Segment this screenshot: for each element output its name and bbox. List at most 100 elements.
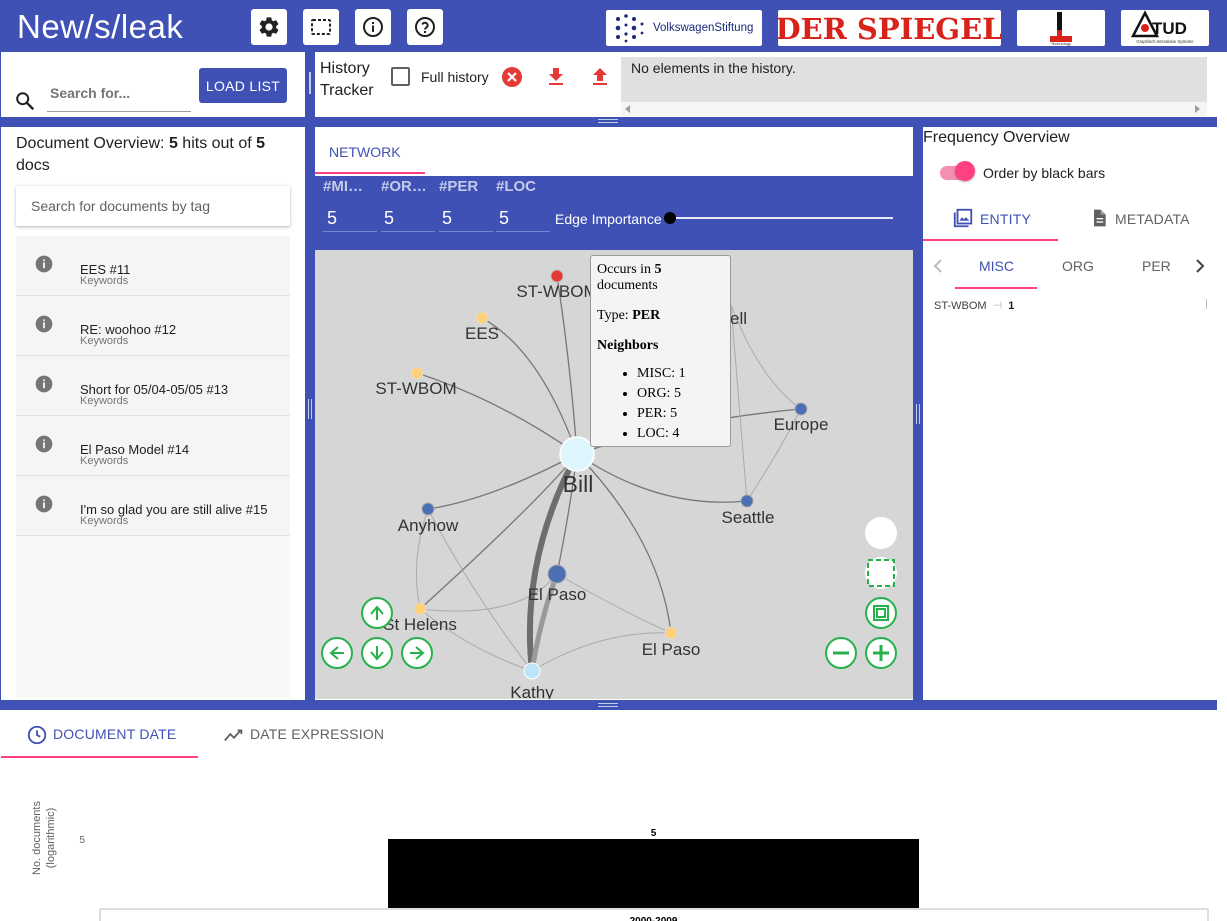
network-controls: #MI… #OR… #PER #LOC 5 5 5 5 Edge Importa… <box>315 176 913 250</box>
graph-node[interactable] <box>547 564 567 584</box>
node-label: Seattle <box>722 508 775 527</box>
edge-importance-slider-thumb[interactable] <box>664 212 676 224</box>
info-icon[interactable] <box>34 254 54 274</box>
full-history-checkbox[interactable] <box>391 67 410 86</box>
image-icon <box>953 208 973 228</box>
info-icon[interactable] <box>34 374 54 394</box>
misc-count-input[interactable]: 5 <box>327 208 337 229</box>
graph-option-button[interactable] <box>865 517 897 549</box>
tab-network[interactable]: NETWORK <box>329 144 401 160</box>
subtab-per[interactable]: PER <box>1142 258 1171 274</box>
list-item[interactable]: I'm so glad you are still alive #15 Keyw… <box>16 476 290 536</box>
tab-date-expression[interactable]: DATE EXPRESSION <box>250 726 384 742</box>
app-title: New/s/leak <box>17 8 184 45</box>
pan-left-button[interactable] <box>321 637 353 669</box>
tab-metadata[interactable]: METADATA <box>1115 211 1190 227</box>
language-technology-logo: Technology <box>1017 10 1105 46</box>
node-label: El Paso <box>528 585 587 604</box>
chevron-right-icon[interactable] <box>1194 259 1206 273</box>
list-item[interactable]: EES #11 Keywords <box>16 236 290 296</box>
bottom-splitter[interactable] <box>0 700 1217 710</box>
scroll-left-icon[interactable] <box>625 105 631 113</box>
frequency-label[interactable]: ST-WBOM <box>934 300 987 312</box>
graph-node[interactable] <box>740 494 754 508</box>
graph-node[interactable] <box>523 662 541 680</box>
lt-logo-subtext: Technology <box>1051 41 1071 46</box>
graph-node[interactable] <box>794 402 808 416</box>
tag-search-field[interactable] <box>16 186 290 226</box>
document-keywords: Keywords <box>80 275 129 287</box>
info-icon[interactable] <box>34 434 54 454</box>
pan-up-button[interactable] <box>361 597 393 629</box>
node-label: ST-WBOM <box>375 379 456 398</box>
download-history-icon[interactable] <box>544 65 568 89</box>
zoom-out-button[interactable] <box>825 637 857 669</box>
horizontal-splitter[interactable] <box>0 117 1217 127</box>
loc-count-input[interactable]: 5 <box>499 208 509 229</box>
frequency-count: 1 <box>1008 300 1015 312</box>
search-icon <box>16 92 35 111</box>
tab-entity[interactable]: ENTITY <box>980 211 1031 227</box>
node-label: El Paso <box>642 640 701 659</box>
list-item: LOC: 4 <box>637 424 724 444</box>
graph-node-selected[interactable] <box>559 436 595 472</box>
fullscreen-graph-button[interactable] <box>865 557 897 589</box>
settings-button[interactable] <box>251 9 287 45</box>
list-item[interactable]: El Paso Model #14 Keywords <box>16 416 290 476</box>
fit-view-button[interactable] <box>865 597 897 629</box>
y-tick-label: 5 <box>79 835 85 846</box>
document-keywords: Keywords <box>80 395 129 407</box>
subtab-org[interactable]: ORG <box>1062 258 1094 274</box>
active-tab-indicator <box>315 172 425 174</box>
pan-right-button[interactable] <box>401 637 433 669</box>
spiegel-logo-text: DER SPIEGEL <box>778 12 1001 46</box>
list-item[interactable]: RE: woohoo #12 Keywords <box>16 296 290 356</box>
pan-down-button[interactable] <box>361 637 393 669</box>
graph-node[interactable] <box>475 311 489 325</box>
frequency-overview-title: Frequency Overview <box>923 129 1070 146</box>
graph-node[interactable] <box>550 269 564 283</box>
der-spiegel-logo: DER SPIEGEL <box>778 10 1001 46</box>
help-button[interactable] <box>407 9 443 45</box>
document-overview-title: Document Overview: 5 hits out of 5 docs <box>16 135 266 174</box>
chart-bar[interactable] <box>388 839 919 908</box>
total-count: 5 <box>256 135 266 152</box>
load-list-button[interactable]: LOAD LIST <box>199 68 287 103</box>
active-subtab-indicator <box>955 287 1037 289</box>
volkswagen-logo-text: VolkswagenStiftung <box>653 22 753 34</box>
chevron-left-icon[interactable] <box>932 259 944 273</box>
node-label: Europe <box>774 415 829 434</box>
info-button[interactable] <box>355 9 391 45</box>
graph-node[interactable] <box>664 626 678 640</box>
order-toggle-thumb[interactable] <box>955 161 975 181</box>
right-splitter[interactable] <box>913 127 923 700</box>
info-icon[interactable] <box>34 494 54 514</box>
subtab-misc[interactable]: MISC <box>979 258 1014 274</box>
neighbors-title: Neighbors <box>597 338 659 353</box>
history-scrollbar[interactable] <box>621 102 1207 116</box>
tab-document-date[interactable]: DOCUMENT DATE <box>53 726 176 742</box>
search-field[interactable] <box>47 74 191 112</box>
org-count-input[interactable]: 5 <box>384 208 394 229</box>
clear-history-icon[interactable] <box>500 65 524 89</box>
graph-node[interactable] <box>421 502 435 516</box>
left-splitter[interactable] <box>305 127 315 700</box>
list-item[interactable]: Short for 05/04-05/05 #13 Keywords <box>16 356 290 416</box>
search-input[interactable] <box>47 74 191 111</box>
settings-icon <box>259 17 279 37</box>
tud-logo-text: TUD <box>1152 19 1187 38</box>
scroll-right-icon[interactable] <box>1195 105 1201 113</box>
edge-importance-slider[interactable] <box>670 217 893 219</box>
x-tick-label: 2000-2009 <box>630 916 678 921</box>
document-icon <box>1094 209 1106 227</box>
zoom-in-button[interactable] <box>865 637 897 669</box>
tag-search-input[interactable] <box>16 186 290 226</box>
graph-node[interactable] <box>410 366 424 380</box>
document-keywords: Keywords <box>80 455 129 467</box>
graph-node[interactable] <box>413 602 427 616</box>
per-count-input[interactable]: 5 <box>442 208 452 229</box>
upload-history-icon[interactable] <box>588 65 612 89</box>
info-icon[interactable] <box>34 314 54 334</box>
frequency-row[interactable]: ST-WBOM ⊣ 1 <box>934 299 1014 312</box>
fullscreen-button[interactable] <box>303 9 339 45</box>
